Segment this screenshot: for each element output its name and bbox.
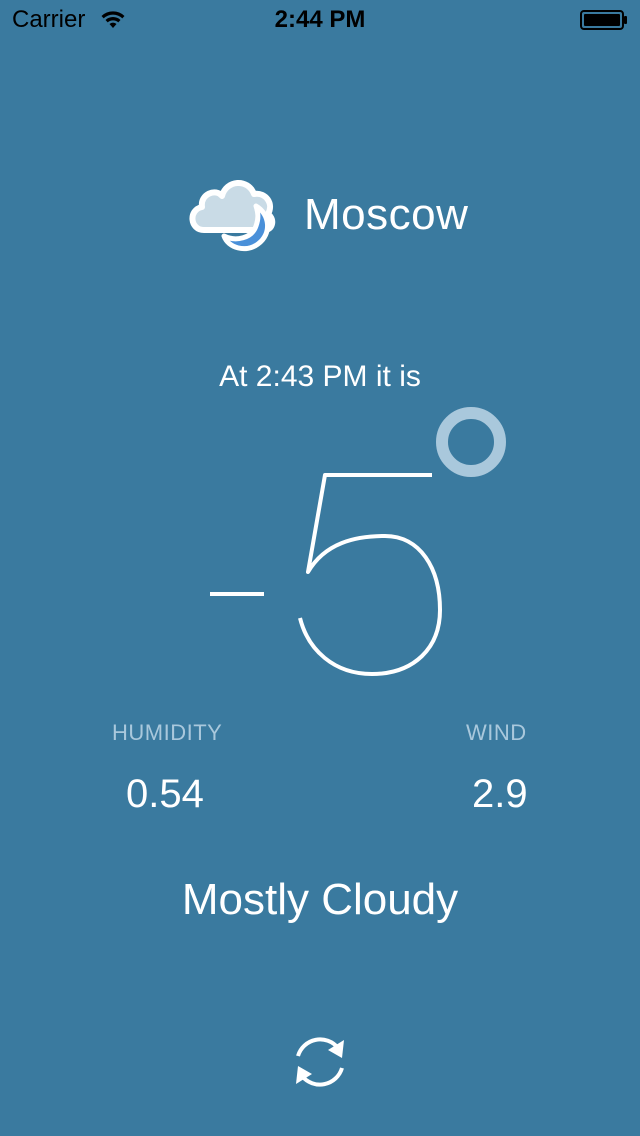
battery-icon — [580, 10, 627, 30]
digit-five — [298, 473, 442, 676]
wind-value: 2.9 — [472, 772, 528, 816]
humidity-value: 0.54 — [126, 772, 204, 816]
wind-label: WIND — [466, 720, 527, 745]
degree-icon — [436, 407, 506, 477]
cloud-moon-icon — [189, 180, 276, 252]
status-bar: Carrier 2:44 PM — [0, 0, 640, 40]
humidity-label: HUMIDITY — [112, 720, 223, 745]
status-time: 2:44 PM — [274, 6, 366, 33]
temperature-display — [210, 407, 506, 676]
refresh-button[interactable] — [286, 1028, 354, 1096]
observation-time: At 2:43 PM it is — [219, 360, 421, 393]
location-header: Moscow — [186, 170, 468, 260]
city-name: Moscow — [304, 190, 469, 239]
refresh-icon — [296, 1037, 344, 1087]
weather-condition: Mostly Cloudy — [181, 875, 459, 924]
